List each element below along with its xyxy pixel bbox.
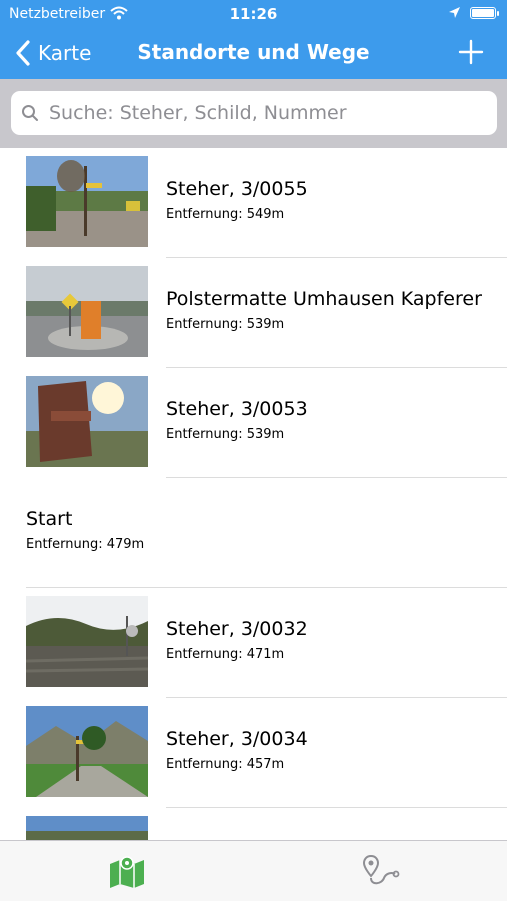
list-item-title: Steher, 3/0053	[166, 398, 308, 420]
list-item[interactable]: Steher, 3/0032 Entfernung: 471m	[0, 588, 507, 698]
list-item-title: Steher, 3/0055	[166, 178, 308, 200]
tab-routes[interactable]	[254, 841, 507, 901]
location-thumbnail	[26, 156, 148, 247]
location-thumbnail	[26, 376, 148, 467]
list-item[interactable]: Start Entfernung: 479m	[0, 478, 507, 588]
list-item-title: Steher, 3/0032	[166, 618, 308, 640]
tab-bar	[0, 840, 507, 901]
location-thumbnail	[26, 816, 148, 840]
list-item-distance: Entfernung: 479m	[26, 537, 145, 552]
status-bar: Netzbetreiber 11:26	[0, 0, 507, 28]
search-icon	[22, 105, 38, 121]
navigation-bar: Karte Standorte und Wege	[0, 28, 507, 79]
list-item-distance: Entfernung: 457m	[166, 757, 285, 772]
search-bar	[0, 79, 507, 148]
clock: 11:26	[229, 5, 278, 23]
list-item-title: Steher, 3/0034	[166, 728, 308, 750]
location-thumbnail	[26, 266, 148, 357]
list-item[interactable]: Polstermatte Umhausen Kapferer Entfernun…	[0, 258, 507, 368]
search-input[interactable]	[47, 101, 491, 125]
list-item-distance: Entfernung: 471m	[166, 647, 285, 662]
list-item[interactable]: Steher, 3/0053 Entfernung: 539m	[0, 368, 507, 478]
search-field[interactable]	[11, 91, 497, 135]
list-item-distance: Entfernung: 549m	[166, 207, 285, 222]
location-thumbnail	[26, 706, 148, 797]
location-arrow-icon	[449, 7, 460, 18]
back-button-label: Karte	[38, 41, 92, 65]
route-icon	[362, 854, 399, 885]
list-item-distance: Entfernung: 539m	[166, 427, 285, 442]
list-item-title: Polstermatte Umhausen Kapferer	[166, 288, 482, 310]
list-item[interactable]	[0, 808, 507, 840]
list-item-distance: Entfernung: 539m	[166, 317, 285, 332]
chevron-left-icon	[16, 40, 30, 66]
location-thumbnail	[26, 596, 148, 687]
add-button[interactable]	[458, 39, 484, 65]
back-button[interactable]: Karte	[14, 38, 91, 68]
map-icon	[109, 856, 144, 888]
tab-map[interactable]	[0, 841, 253, 901]
battery-tip	[497, 11, 499, 16]
list-item[interactable]: Steher, 3/0055 Entfernung: 549m	[0, 148, 507, 258]
battery-icon	[470, 7, 496, 19]
list-item-title: Start	[26, 508, 73, 530]
location-list: Steher, 3/0055 Entfernung: 549m Polsterm…	[0, 148, 507, 840]
list-item[interactable]: Steher, 3/0034 Entfernung: 457m	[0, 698, 507, 808]
